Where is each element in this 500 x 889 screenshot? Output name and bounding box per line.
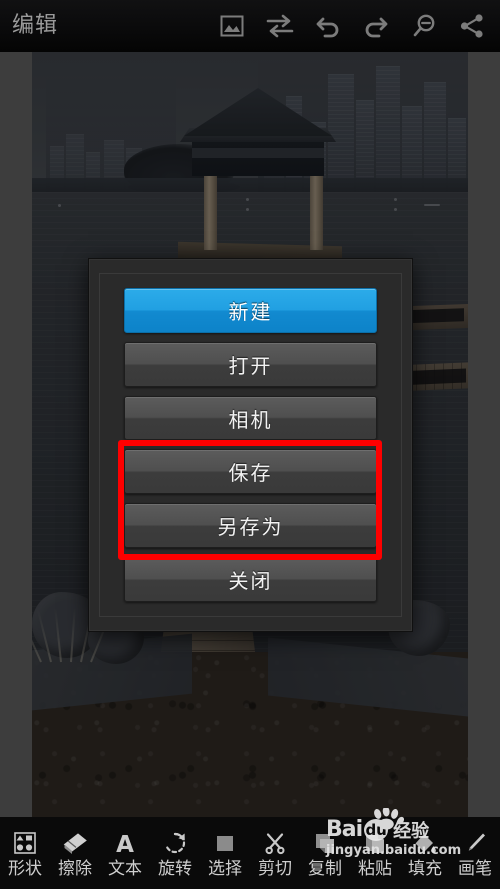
- menu-item-camera[interactable]: 相机: [124, 395, 377, 441]
- tool-eraser-label: 擦除: [58, 859, 92, 879]
- file-menu-dialog: 新建 打开 相机 保存 另存为 关闭: [88, 258, 413, 632]
- tool-brush-label: 画笔: [458, 859, 492, 879]
- tool-fill-label: 填充: [408, 859, 442, 879]
- tool-rotate[interactable]: 旋转: [150, 817, 200, 889]
- tool-paste[interactable]: 粘贴: [350, 817, 400, 889]
- scissors-icon: [263, 828, 287, 858]
- menu-item-close[interactable]: 关闭: [124, 557, 377, 602]
- tool-fill[interactable]: 填充: [400, 817, 450, 889]
- tool-paste-label: 粘贴: [358, 859, 392, 879]
- tool-shapes-label: 形状: [8, 859, 42, 879]
- menu-item-open[interactable]: 打开: [124, 341, 377, 387]
- swap-icon[interactable]: [256, 0, 304, 52]
- eraser-icon: [62, 828, 88, 858]
- menu-item-save-as[interactable]: 另存为: [124, 503, 377, 549]
- tool-text[interactable]: A 文本: [100, 817, 150, 889]
- select-icon: [213, 828, 237, 858]
- text-icon: A: [114, 828, 136, 858]
- app-root: 编辑 新建 打开 相机 保存 另存为 关闭 形状 擦除 A 文本 旋转 选择 剪…: [0, 0, 500, 889]
- fill-icon: [413, 828, 437, 858]
- tool-copy-label: 复制: [308, 859, 342, 879]
- tool-text-label: 文本: [108, 859, 142, 879]
- bottom-toolbar: 形状 擦除 A 文本 旋转 选择 剪切 复制 粘贴 填充 画笔: [0, 817, 500, 889]
- share-icon[interactable]: [448, 0, 496, 52]
- tool-brush[interactable]: 画笔: [450, 817, 500, 889]
- rotate-icon: [163, 828, 187, 858]
- gallery-icon[interactable]: [208, 0, 256, 52]
- menu-item-save[interactable]: 保存: [124, 449, 377, 495]
- tool-shapes[interactable]: 形状: [0, 817, 50, 889]
- tool-cut-label: 剪切: [258, 859, 292, 879]
- tool-copy[interactable]: 复制: [300, 817, 350, 889]
- zoom-out-icon[interactable]: [400, 0, 448, 52]
- tool-eraser[interactable]: 擦除: [50, 817, 100, 889]
- tool-select[interactable]: 选择: [200, 817, 250, 889]
- copy-icon: [313, 828, 337, 858]
- undo-icon[interactable]: [304, 0, 352, 52]
- redo-icon[interactable]: [352, 0, 400, 52]
- top-toolbar-icons: [208, 0, 496, 52]
- svg-text:A: A: [116, 832, 134, 855]
- paste-icon: [363, 828, 387, 858]
- brush-icon: [463, 828, 487, 858]
- menu-item-new[interactable]: 新建: [124, 288, 377, 333]
- tool-rotate-label: 旋转: [158, 859, 192, 879]
- tool-cut[interactable]: 剪切: [250, 817, 300, 889]
- top-toolbar: 编辑: [0, 0, 500, 52]
- file-menu-list: 新建 打开 相机 保存 另存为 关闭: [99, 273, 402, 617]
- shapes-icon: [13, 828, 37, 858]
- page-title: 编辑: [12, 13, 59, 38]
- tool-select-label: 选择: [208, 859, 242, 879]
